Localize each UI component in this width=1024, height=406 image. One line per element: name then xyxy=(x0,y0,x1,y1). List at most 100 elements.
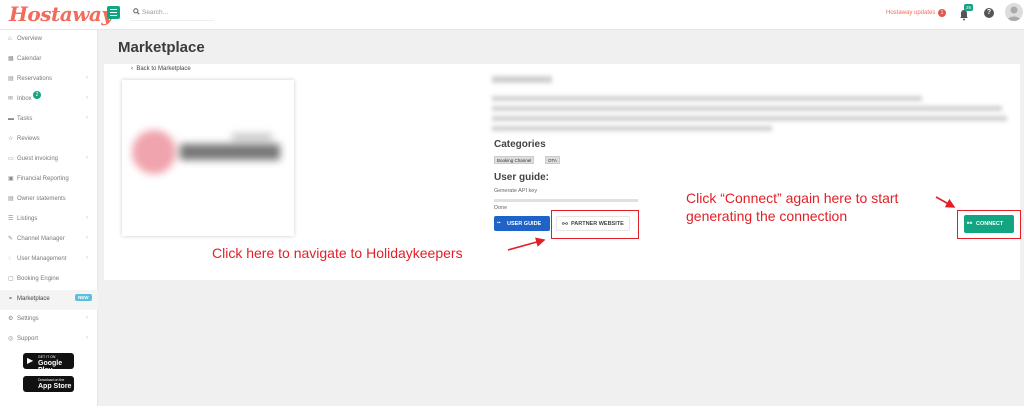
help-icon[interactable]: ? xyxy=(984,8,994,18)
search-placeholder: Search... xyxy=(142,9,169,16)
sidebar-item-listings[interactable]: ☰ Listings ‹ xyxy=(0,210,98,230)
star-icon: ☆ xyxy=(8,136,14,142)
sidebar: ⌂ Overview ▦ Calendar ▤ Reservations ‹ ✉… xyxy=(0,30,98,406)
connect-highlight-box xyxy=(957,210,1021,239)
home-icon: ⌂ xyxy=(8,36,12,42)
channel-icon: ✎ xyxy=(8,236,14,242)
sidebar-item-label: Financial Reporting xyxy=(17,176,69,182)
sidebar-item-label: Listings xyxy=(17,216,38,222)
search-icon xyxy=(133,8,140,17)
sidebar-item-inbox[interactable]: ✉ Inbox 2 ‹ xyxy=(0,90,98,110)
chevron-left-icon: ‹ xyxy=(86,215,88,221)
user-icon: ◌ xyxy=(8,256,12,262)
user-guide-step: Generate API key xyxy=(494,188,538,194)
sidebar-item-support[interactable]: ◎ Support ‹ xyxy=(0,330,98,350)
user-guide-button[interactable]: ▪▪ USER GUIDE xyxy=(494,216,550,231)
user-guide-step: Done xyxy=(494,205,508,211)
store-big-label: Google Play xyxy=(38,360,63,374)
notifications-count-badge: 26 xyxy=(964,4,974,11)
list-icon: ☰ xyxy=(8,216,14,222)
statement-icon: ▤ xyxy=(8,196,14,202)
chevron-left-icon: ‹ xyxy=(86,235,88,241)
category-tag: Booking Channel xyxy=(494,156,535,164)
sidebar-item-tasks[interactable]: ▬ Tasks ‹ xyxy=(0,110,98,130)
chevron-left-icon: ‹ xyxy=(86,115,88,121)
sidebar-item-reservations[interactable]: ▤ Reservations ‹ xyxy=(0,70,98,90)
book-icon: ▪▪ xyxy=(497,220,501,226)
chevron-left-icon: ‹ xyxy=(86,335,88,341)
chevron-left-icon: ‹ xyxy=(86,155,88,161)
chevron-left-icon: ‹ xyxy=(86,255,88,261)
top-bar: Hostaway Search... Hostaway updates 1 26… xyxy=(0,0,1024,30)
sidebar-item-label: Calendar xyxy=(17,56,42,62)
inbox-icon: ✉ xyxy=(8,96,14,102)
marketplace-icon: ⚭ xyxy=(8,296,14,302)
updates-count-badge: 1 xyxy=(938,9,946,17)
sidebar-item-label: Owner statements xyxy=(17,196,66,202)
sidebar-item-booking-engine[interactable]: ▢ Booking Engine xyxy=(0,270,98,290)
tasks-icon: ▬ xyxy=(8,116,14,122)
sidebar-item-financial-reporting[interactable]: ▣ Financial Reporting xyxy=(0,170,98,190)
sidebar-item-label: Overview xyxy=(17,36,43,42)
hostaway-logo[interactable]: Hostaway xyxy=(9,2,113,26)
report-icon: ▣ xyxy=(8,176,14,182)
sidebar-item-label: Tasks xyxy=(17,116,33,122)
sidebar-item-label: Inbox xyxy=(17,96,32,102)
connect-callout-line-1: Click “Connect” again here to start xyxy=(686,190,899,206)
sidebar-item-label: User Management xyxy=(17,256,67,262)
chevron-left-icon: ‹ xyxy=(86,75,88,81)
calendar-icon: ▦ xyxy=(8,56,14,62)
sidebar-item-reviews[interactable]: ☆ Reviews xyxy=(0,130,98,150)
sidebar-item-user-management[interactable]: ◌ User Management ‹ xyxy=(0,250,98,270)
sidebar-item-guest-invoicing[interactable]: ▭ Guest invoicing ‹ xyxy=(0,150,98,170)
gear-icon: ⚙ xyxy=(8,316,14,322)
page-title: Marketplace xyxy=(118,39,205,56)
store-small-label: Download on the xyxy=(38,378,65,382)
sidebar-item-settings[interactable]: ⚙ Settings ‹ xyxy=(0,310,98,330)
avatar[interactable] xyxy=(1005,3,1023,21)
sidebar-item-overview[interactable]: ⌂ Overview xyxy=(0,30,98,50)
sidebar-item-channel-manager[interactable]: ✎ Channel Manager ‹ xyxy=(0,230,98,250)
blurred-text-line xyxy=(492,96,922,101)
blurred-text-line xyxy=(492,126,772,131)
blurred-api-key xyxy=(494,199,638,202)
connect-callout-line-2: generating the connection xyxy=(686,208,848,224)
blurred-partner-logo xyxy=(132,130,286,180)
sidebar-item-label: Marketplace xyxy=(17,296,50,302)
sidebar-item-marketplace[interactable]: ⚭ Marketplace NEW xyxy=(0,290,98,310)
back-link-label: Back to Marketplace xyxy=(136,66,191,72)
chevron-left-icon: ‹ xyxy=(86,315,88,321)
sidebar-item-label: Booking Engine xyxy=(17,276,60,282)
blurred-text-line xyxy=(492,106,1002,111)
hostaway-updates-link[interactable]: Hostaway updates xyxy=(886,10,935,16)
inbox-count-badge: 2 xyxy=(33,91,41,99)
sidebar-item-calendar[interactable]: ▦ Calendar xyxy=(0,50,98,70)
blurred-text-line xyxy=(492,116,1007,121)
user-guide-title: User guide: xyxy=(494,172,550,183)
sidebar-item-label: Support xyxy=(17,336,39,342)
back-to-marketplace-link[interactable]: ‹ Back to Marketplace xyxy=(131,66,191,72)
invoice-icon: ▭ xyxy=(8,156,14,162)
google-play-icon: ▶ xyxy=(27,356,34,365)
category-tag: OTA xyxy=(545,156,560,164)
user-guide-label: USER GUIDE xyxy=(507,221,542,227)
booking-icon: ▢ xyxy=(8,276,14,282)
store-small-label: GET IT ON xyxy=(38,355,56,359)
app-store-button[interactable]: Download on the App Store xyxy=(23,376,74,392)
search-input[interactable]: Search... xyxy=(130,5,214,21)
sidebar-item-label: Settings xyxy=(17,316,39,322)
google-play-button[interactable]: ▶ GET IT ON Google Play xyxy=(23,353,74,374)
menu-toggle-button[interactable] xyxy=(107,6,120,19)
sidebar-item-label: Guest invoicing xyxy=(17,156,59,162)
sidebar-item-label: Reviews xyxy=(17,136,40,142)
sidebar-item-label: Channel Manager xyxy=(17,236,65,242)
partner-callout: Click here to navigate to Holidaykeepers xyxy=(212,245,463,261)
sidebar-item-owner-statements[interactable]: ▤ Owner statements xyxy=(0,190,98,210)
blurred-heading xyxy=(492,76,552,83)
categories-title: Categories xyxy=(494,139,546,150)
reservations-icon: ▤ xyxy=(8,76,14,82)
partner-highlight-box xyxy=(551,210,639,239)
support-icon: ◎ xyxy=(8,336,14,342)
sidebar-item-label: Reservations xyxy=(17,76,53,82)
chevron-left-icon: ‹ xyxy=(86,95,88,101)
